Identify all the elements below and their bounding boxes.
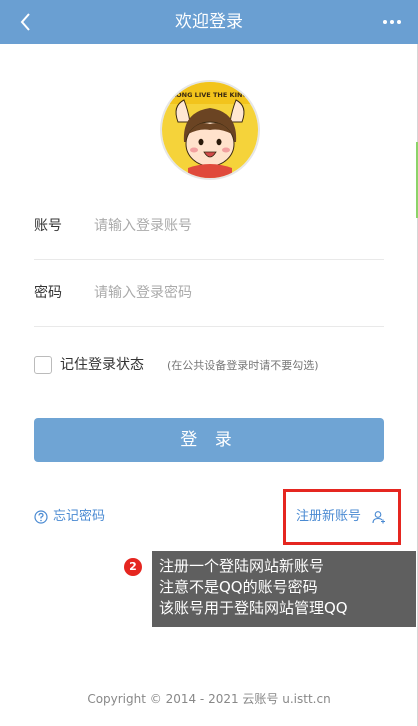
page-title: 欢迎登录 [175, 12, 243, 32]
remember-label: 记住登录状态 [60, 357, 144, 373]
more-icon [383, 20, 401, 24]
account-label: 账号 [34, 218, 62, 234]
register-label: 注册新账号 [296, 509, 362, 524]
account-row: 账号 [34, 193, 384, 260]
login-button[interactable]: 登 录 [34, 418, 384, 462]
header-bar: 欢迎登录 [0, 0, 418, 44]
password-input[interactable] [94, 280, 374, 306]
add-user-icon [372, 511, 385, 524]
avatar-banner-text: LONG LIVE THE KING [172, 91, 248, 99]
annotation-line: 该账号用于登陆网站管理QQ [159, 599, 348, 617]
remember-hint: (在公共设备登录时请不要勾选) [167, 359, 319, 372]
avatar-image: LONG LIVE THE KING [162, 82, 258, 178]
account-input[interactable] [94, 213, 374, 239]
remember-row: 记住登录状态 (在公共设备登录时请不要勾选) [34, 356, 384, 376]
annotation-tooltip: 注册一个登陆网站新账号 注意不是QQ的账号密码 该账号用于登陆网站管理QQ [152, 551, 416, 627]
remember-checkbox[interactable] [34, 356, 52, 374]
annotation-line: 注意不是QQ的账号密码 [159, 578, 318, 596]
copyright-text: Copyright © 2014 - 2021 云账号 u.istt.cn [87, 692, 331, 706]
help-circle-icon [34, 510, 48, 524]
password-label: 密码 [34, 285, 62, 301]
more-button[interactable] [380, 10, 404, 34]
avatar: LONG LIVE THE KING [160, 80, 260, 180]
forgot-password-label: 忘记密码 [53, 509, 106, 524]
password-row: 密码 [34, 260, 384, 327]
annotation-badge: 2 [124, 558, 142, 576]
annotation-line: 注册一个登陆网站新账号 [159, 557, 325, 575]
